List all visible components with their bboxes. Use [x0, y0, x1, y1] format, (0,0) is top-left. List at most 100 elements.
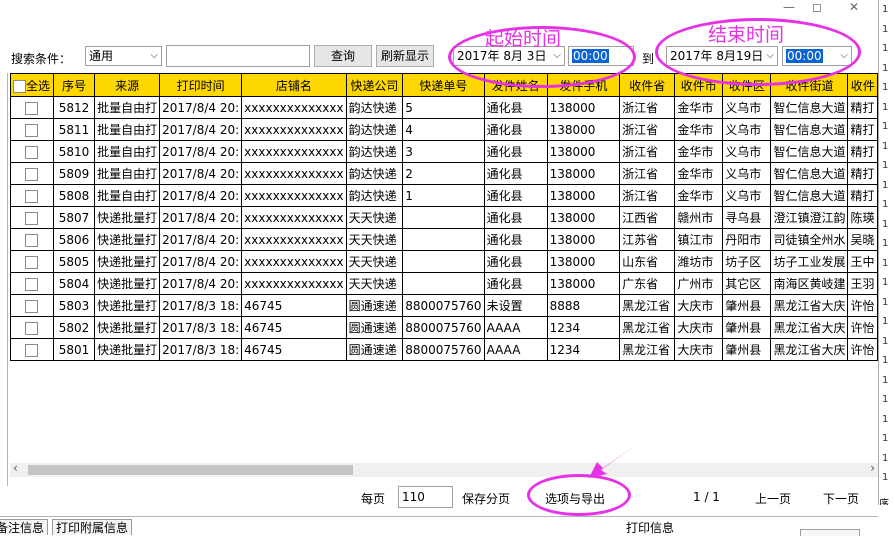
table-cell: 5807	[52, 206, 96, 229]
table-cell: 韵达快递	[345, 140, 404, 163]
table-cell: 浙江省	[619, 140, 676, 163]
table-cell: 赣州市	[674, 206, 724, 229]
row-checkbox[interactable]	[25, 299, 39, 313]
row-select-cell[interactable]	[10, 250, 54, 273]
table-cell: 138000	[546, 250, 621, 273]
row-select-cell[interactable]	[10, 272, 54, 295]
row-checkbox[interactable]	[25, 189, 39, 203]
table-row[interactable]: 5801 快递批量打 2017/8/3 18: 46745 圆通速递 8800075760…	[10, 338, 878, 361]
table-cell: 天天快递	[345, 272, 404, 295]
scroll-left-arrow-icon[interactable]: ‹	[13, 461, 18, 475]
row-select-cell[interactable]	[10, 162, 54, 185]
table-cell: 黑龙江省	[619, 294, 676, 317]
side-panel-line: 1	[882, 433, 889, 444]
table-cell: 圆通速递	[345, 316, 404, 339]
table-cell: 浙江省	[619, 162, 676, 185]
table-row[interactable]: 5812 批量自由打 2017/8/4 20: xxxxxxxxxxxxxx 韵达快递 5…	[10, 96, 878, 119]
table-row[interactable]: 5807 快递批量打 2017/8/4 20: xxxxxxxxxxxxxx 天天快递 通…	[10, 206, 878, 229]
row-checkbox[interactable]	[25, 101, 39, 115]
column-header[interactable]: 收件省	[619, 73, 676, 97]
save-paging-button[interactable]: 保存分页	[462, 490, 510, 507]
left-pane-divider	[7, 73, 8, 486]
table-cell: 黑龙江省大庆	[770, 294, 849, 317]
table-cell: 通化县	[483, 250, 548, 273]
per-page-input[interactable]: 110	[398, 486, 453, 508]
search-keyword-input[interactable]	[166, 45, 310, 67]
table-cell: 1	[402, 184, 485, 207]
minimize-button[interactable]: —	[780, 0, 798, 14]
row-select-cell[interactable]	[10, 294, 54, 317]
table-row[interactable]: 5802 快递批量打 2017/8/3 18: 46745 圆通速递 8800075760…	[10, 316, 878, 339]
column-header[interactable]: 收件	[847, 73, 878, 97]
row-checkbox[interactable]	[25, 211, 39, 225]
close-button[interactable]: ✕	[845, 0, 863, 14]
row-select-cell[interactable]	[10, 184, 54, 207]
column-header[interactable]: 打印时间	[159, 73, 243, 97]
row-checkbox[interactable]	[25, 167, 39, 181]
table-cell: 通化县	[483, 162, 548, 185]
next-page-button[interactable]: 下一页	[823, 490, 859, 507]
refresh-button[interactable]: 刷新显示	[376, 45, 434, 67]
row-select-cell[interactable]	[10, 338, 54, 361]
column-header[interactable]: 序号	[52, 73, 96, 97]
end-time-annotation: 结束时间	[708, 24, 785, 46]
row-checkbox[interactable]	[25, 255, 39, 269]
table-cell: 5804	[52, 272, 96, 295]
column-header[interactable]: 来源	[94, 73, 161, 97]
table-cell: 潍坊市	[674, 250, 724, 273]
side-panel-line: 1	[882, 101, 889, 113]
table-row[interactable]: 5809 批量自由打 2017/8/4 20: xxxxxxxxxxxxxx 韵达快递 2…	[10, 162, 878, 185]
table-row[interactable]: 5810 批量自由打 2017/8/4 20: xxxxxxxxxxxxxx 韵达快递 3…	[10, 140, 878, 163]
table-row[interactable]: 5806 快递批量打 2017/8/4 20: xxxxxxxxxxxxxx 天天快递 通…	[10, 228, 878, 251]
table-cell: 138000	[546, 140, 621, 163]
column-header[interactable]: 店铺名	[241, 73, 347, 97]
table-cell: 许怡	[847, 316, 878, 339]
horizontal-scrollbar[interactable]: ‹ ›	[10, 461, 878, 477]
search-type-select[interactable]: 通用 ⌵	[85, 46, 162, 66]
table-row[interactable]: 5804 快递批量打 2017/8/4 20: xxxxxxxxxxxxxx 天天快递 通…	[10, 272, 878, 295]
restore-button[interactable]: ◻	[808, 0, 826, 14]
table-cell: 5806	[52, 228, 96, 251]
table-cell: AAAA	[483, 316, 548, 339]
tab-print-attachment[interactable]: 打印附属信息	[52, 519, 133, 535]
table-row[interactable]: 5811 批量自由打 2017/8/4 20: xxxxxxxxxxxxxx 韵达快递 4…	[10, 118, 878, 141]
row-checkbox[interactable]	[25, 145, 39, 159]
table-cell: 2017/8/4 20:	[159, 184, 243, 207]
scroll-right-arrow-icon[interactable]: ›	[870, 461, 875, 475]
table-cell: 2017/8/4 20:	[159, 140, 243, 163]
row-checkbox[interactable]	[25, 343, 39, 357]
table-cell: 圆通速递	[345, 294, 404, 317]
scroll-thumb[interactable]	[28, 465, 353, 475]
row-checkbox[interactable]	[25, 123, 39, 137]
row-select-cell[interactable]	[10, 140, 54, 163]
side-panel-line: 1	[882, 179, 889, 191]
query-button[interactable]: 查询	[314, 45, 372, 67]
table-cell: 快递批量打	[94, 294, 161, 317]
tab-remarks[interactable]: 备注信息	[0, 519, 49, 535]
side-panel-line: 1	[882, 452, 889, 464]
table-row[interactable]: 5808 批量自由打 2017/8/4 20: xxxxxxxxxxxxxx 韵达快递 1…	[10, 184, 878, 207]
row-checkbox[interactable]	[25, 233, 39, 247]
table-cell: 精打	[847, 184, 878, 207]
select-all-header[interactable]: 全选	[10, 73, 54, 97]
row-checkbox[interactable]	[25, 321, 39, 335]
row-select-cell[interactable]	[10, 228, 54, 251]
row-checkbox[interactable]	[25, 277, 39, 291]
prev-page-button[interactable]: 上一页	[755, 490, 791, 507]
side-panel-line: 1	[882, 355, 889, 366]
row-select-cell[interactable]	[10, 118, 54, 141]
table-cell: 澄江镇澄江韵	[770, 206, 849, 229]
order-grid: 全选 序号 来源 打印时间 店铺名 快递公司 快递单号 发件姓名 发件手机 收件省 收件市 收件区 收件…	[10, 73, 878, 463]
table-cell	[402, 250, 485, 273]
table-row[interactable]: 5805 快递批量打 2017/8/4 20: xxxxxxxxxxxxxx 天天快递 通…	[10, 250, 878, 273]
table-cell: 2017/8/4 20:	[159, 228, 243, 251]
column-header[interactable]: 快递公司	[345, 73, 404, 97]
table-cell: 快递批量打	[94, 206, 161, 229]
row-select-cell[interactable]	[10, 206, 54, 229]
row-select-cell[interactable]	[10, 316, 54, 339]
select-all-checkbox[interactable]	[13, 79, 26, 93]
table-cell: 天天快递	[345, 250, 404, 273]
table-row[interactable]: 5803 快递批量打 2017/8/3 18: 46745 圆通速递 8800075760…	[10, 294, 878, 317]
row-select-cell[interactable]	[10, 96, 54, 119]
start-time-annotation: 起始时间	[485, 28, 562, 50]
